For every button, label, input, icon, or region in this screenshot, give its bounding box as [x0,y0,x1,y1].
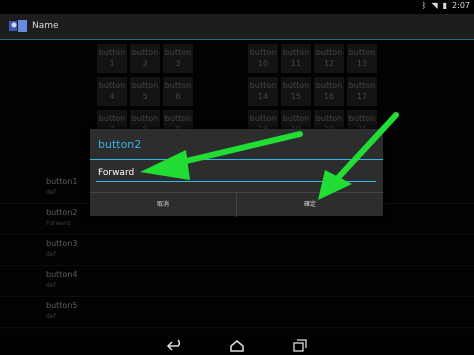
navigation-bar [0,337,474,355]
annotation-arrows [140,112,399,200]
arrow-to-input [140,131,303,180]
back-icon[interactable] [166,339,184,353]
recent-apps-icon[interactable] [292,339,308,353]
arrow-to-confirm [318,112,399,200]
home-icon[interactable] [229,339,245,353]
